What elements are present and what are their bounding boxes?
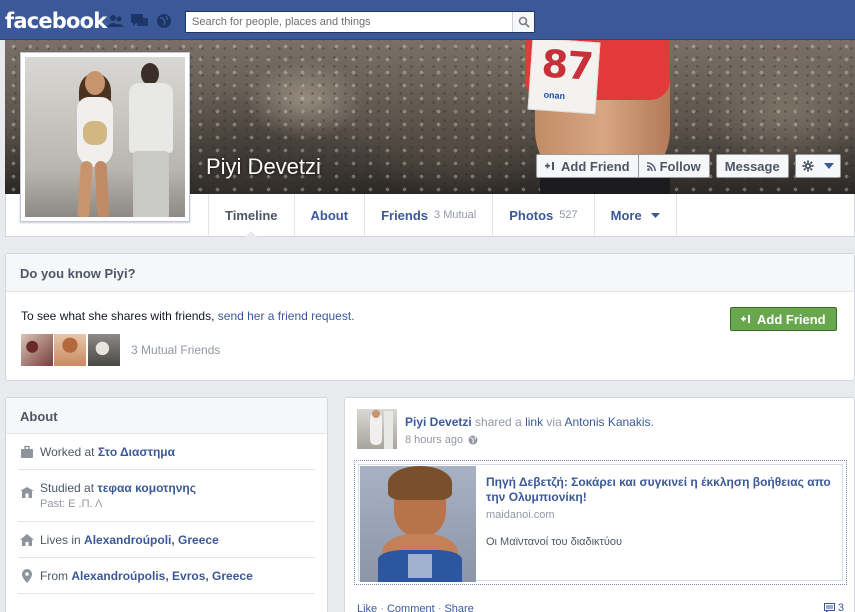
tab-timeline[interactable]: Timeline: [208, 194, 294, 237]
post-author-avatar[interactable]: [357, 409, 397, 449]
bib-number: 87: [540, 41, 595, 89]
tab-photos[interactable]: Photos 527: [492, 194, 593, 236]
settings-dropdown-button[interactable]: [794, 154, 841, 178]
comment-count-value: 3: [837, 602, 844, 612]
notification-jewels: [107, 13, 173, 29]
public-globe-icon[interactable]: [468, 435, 478, 445]
shared-link-attachment[interactable]: Πηγή Δεβετζή: Σοκάρει και συγκινεί η έκκ…: [354, 460, 847, 585]
about-prefix: Lives in: [40, 532, 85, 547]
tab-label: Timeline: [225, 207, 278, 223]
do-you-know-box: Do you know Piyi? To see what she shares…: [5, 253, 855, 381]
tab-more[interactable]: More: [593, 194, 677, 236]
post-via-text: via: [543, 415, 565, 429]
do-you-know-title: Do you know Piyi?: [6, 254, 854, 292]
shared-link-thumbnail[interactable]: [360, 466, 476, 582]
post-link-word[interactable]: link: [525, 415, 543, 429]
home-icon: [20, 533, 34, 546]
about-title[interactable]: About: [6, 398, 327, 434]
comment-count[interactable]: 3: [823, 602, 844, 612]
post-meta: Piyi Devetzi shared a link via Antonis K…: [405, 415, 654, 446]
tab-label: About: [310, 207, 349, 223]
about-item-work: Worked at Στο Διαστημα: [18, 434, 315, 470]
tab-count: 527: [559, 209, 578, 221]
message-label: Message: [724, 158, 780, 174]
post-author-name[interactable]: Piyi Devetzi: [405, 415, 472, 429]
add-friend-button[interactable]: Add Friend: [536, 154, 638, 178]
send-friend-request-link[interactable]: send her a friend request.: [218, 309, 355, 323]
message-button[interactable]: Message: [715, 154, 789, 178]
gear-icon: [802, 160, 814, 172]
prompt-text: To see what she shares with friends,: [21, 309, 218, 323]
location-pin-icon: [22, 568, 32, 583]
messages-icon[interactable]: [131, 13, 149, 29]
comment-link[interactable]: Comment: [387, 603, 435, 612]
follow-label: Follow: [659, 158, 701, 174]
about-value[interactable]: Στο Διαστημα: [98, 445, 175, 459]
friend-requests-icon[interactable]: [107, 13, 125, 29]
search-button[interactable]: [512, 12, 534, 32]
share-link[interactable]: Share: [444, 603, 473, 612]
briefcase-icon: [21, 445, 33, 458]
post-via-name[interactable]: Antonis Kanakis.: [564, 415, 653, 429]
add-friend-label: Add Friend: [561, 158, 630, 174]
follow-button[interactable]: Follow: [637, 154, 710, 178]
caret-down-icon: [650, 212, 660, 218]
mutual-friends: 3 Mutual Friends: [21, 334, 220, 366]
race-bib: 87 onan: [527, 40, 601, 115]
search-icon: [518, 16, 530, 28]
add-friend-icon: [741, 315, 750, 323]
bib-brand: onan: [543, 89, 566, 102]
search-input[interactable]: [186, 12, 512, 32]
tab-friends[interactable]: Friends 3 Mutual: [364, 194, 492, 236]
runway-model: [65, 71, 125, 217]
add-friend-icon: [545, 162, 554, 170]
school-icon: [20, 486, 34, 498]
mutual-friend-avatar[interactable]: [54, 334, 86, 366]
facebook-logo[interactable]: facebook: [5, 9, 107, 33]
friend-request-prompt: To see what she shares with friends, sen…: [21, 309, 355, 323]
top-bar: facebook: [0, 0, 855, 40]
about-sub: Past: Ε .Π. Λ: [40, 498, 103, 510]
about-item-education: Studied at τεφαα κομοτηνης Past: Ε .Π. Λ: [18, 470, 315, 522]
mutual-friend-avatar[interactable]: [88, 334, 120, 366]
like-link[interactable]: Like: [357, 603, 377, 612]
about-card: About Worked at Στο Διαστημα Studied at …: [5, 397, 328, 612]
add-friend-green-button[interactable]: Add Friend: [730, 307, 837, 331]
background-person: [129, 63, 173, 217]
post-action-text: shared a: [471, 415, 526, 429]
mutual-friend-avatar[interactable]: [21, 334, 53, 366]
about-value[interactable]: Alexandroúpoli, Greece: [84, 533, 219, 547]
profile-picture[interactable]: [20, 52, 190, 222]
mutual-friends-count[interactable]: 3 Mutual Friends: [131, 343, 220, 357]
about-prefix: Studied at: [40, 481, 98, 495]
search-bar: [185, 11, 535, 33]
tab-label: Photos: [509, 207, 554, 223]
notifications-globe-icon[interactable]: [155, 13, 173, 29]
tab-label: More: [610, 207, 642, 223]
cover-actions: Add Friend Follow Message: [536, 154, 841, 178]
tab-count: 3 Mutual: [434, 209, 477, 221]
about-item-lives: Lives in Alexandroúpoli, Greece: [18, 522, 315, 558]
about-value[interactable]: Alexandroúpolis, Evros, Greece: [71, 569, 252, 583]
about-prefix: Worked at: [40, 444, 98, 459]
add-friend-green-label: Add Friend: [757, 311, 826, 327]
friend-follow-group: Add Friend Follow: [536, 154, 710, 178]
tab-label: Friends: [381, 207, 429, 223]
shared-link-description: Οι Μαϊντανοί του διαδικτύου: [486, 536, 623, 548]
post-actions: Like · Comment · Share: [357, 603, 474, 612]
profile-name[interactable]: Piyi Devetzi: [206, 154, 321, 180]
shared-link-domain: maidanoi.com: [486, 509, 555, 521]
about-item-from: From Alexandroúpolis, Evros, Greece: [18, 558, 315, 594]
tab-about[interactable]: About: [293, 194, 365, 236]
caret-down-icon: [823, 163, 834, 169]
shared-link-title[interactable]: Πηγή Δεβετζή: Σοκάρει και συγκινεί η έκκ…: [486, 475, 846, 505]
rss-icon: [646, 161, 656, 171]
about-value[interactable]: τεφαα κομοτηνης: [97, 481, 196, 495]
about-prefix: From: [40, 568, 72, 583]
comment-icon: [823, 603, 835, 612]
post-timestamp[interactable]: 8 hours ago: [405, 434, 463, 446]
timeline-post: Piyi Devetzi shared a link via Antonis K…: [344, 397, 855, 612]
